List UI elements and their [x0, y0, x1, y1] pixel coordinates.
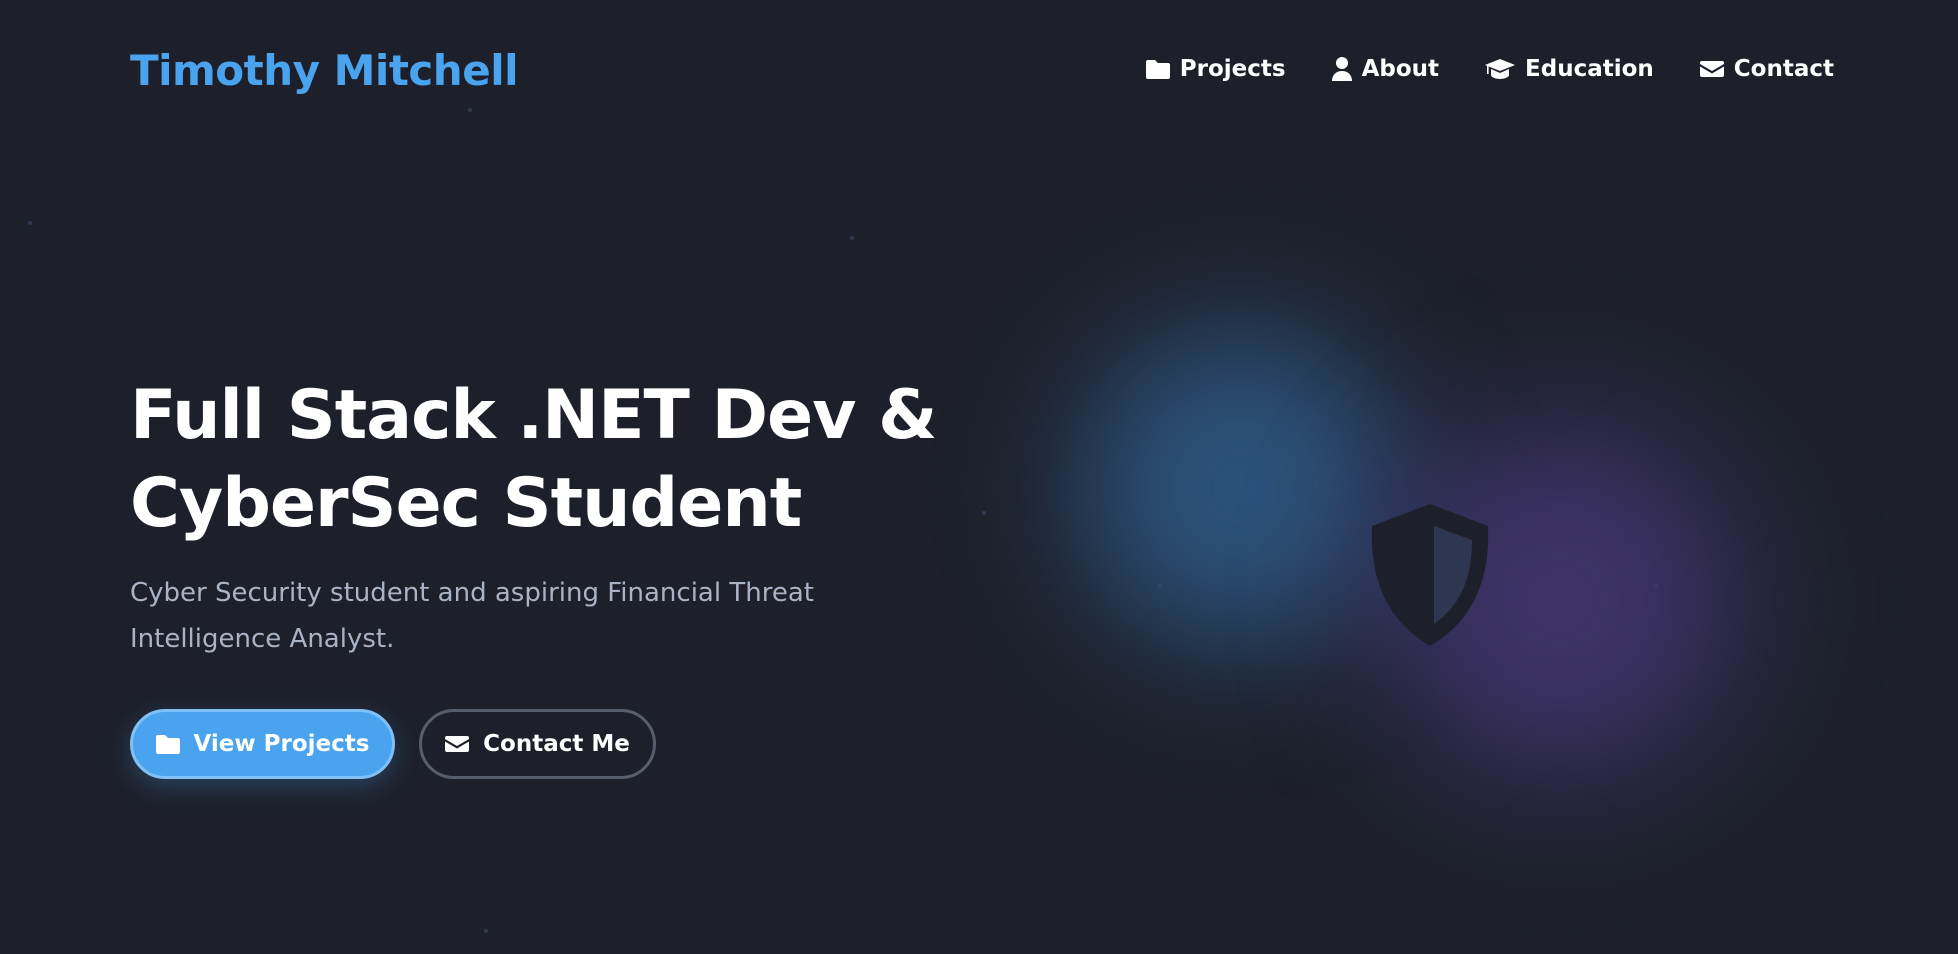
contact-me-label: Contact Me	[483, 731, 630, 757]
envelope-icon	[1699, 59, 1724, 79]
nav-item-contact[interactable]: Contact	[1699, 56, 1834, 82]
shield-icon	[1360, 500, 1500, 650]
nav-item-label: Contact	[1733, 56, 1834, 82]
folder-icon	[1145, 58, 1170, 80]
particle-dot	[468, 108, 472, 112]
folder-icon	[155, 733, 180, 755]
nav-item-label: About	[1361, 56, 1440, 82]
nav-item-education[interactable]: Education	[1485, 56, 1654, 82]
nav-item-label: Projects	[1179, 56, 1286, 82]
contact-me-button[interactable]: Contact Me	[419, 709, 656, 779]
page: Timothy Mitchell Projects About Educatio…	[0, 0, 1958, 954]
particle-dot	[484, 929, 488, 933]
envelope-icon	[445, 734, 470, 754]
particle-dot	[982, 511, 986, 515]
particle-dot	[850, 236, 854, 240]
user-icon	[1331, 57, 1352, 81]
hero-title: Full Stack .NET Dev & CyberSec Student	[130, 372, 937, 548]
particle-dot	[28, 221, 32, 225]
graduation-cap-icon	[1485, 57, 1516, 81]
hero-title-line-2: CyberSec Student	[130, 464, 802, 543]
nav-item-projects[interactable]: Projects	[1145, 56, 1286, 82]
hero-title-line-1: Full Stack .NET Dev &	[130, 376, 937, 455]
nav-item-label: Education	[1525, 56, 1654, 82]
brand-logo-link[interactable]: Timothy Mitchell	[130, 46, 519, 95]
nav-item-about[interactable]: About	[1331, 56, 1440, 82]
view-projects-button[interactable]: View Projects	[130, 709, 395, 779]
view-projects-label: View Projects	[193, 731, 370, 757]
hero-subtitle: Cyber Security student and aspiring Fina…	[130, 578, 814, 654]
main-nav: Projects About Education Contact	[1145, 56, 1834, 82]
